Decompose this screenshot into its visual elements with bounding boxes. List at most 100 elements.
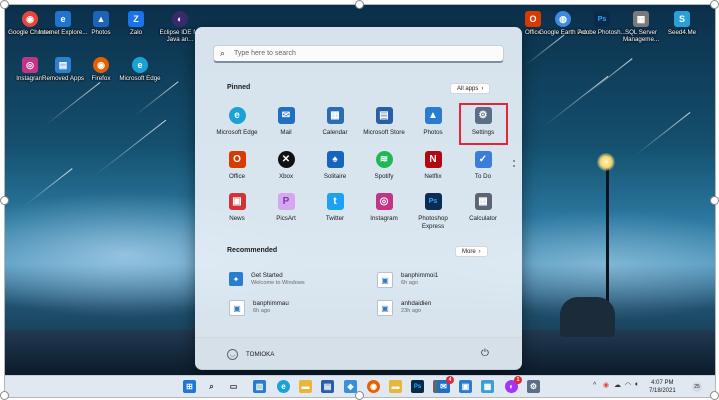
desktop-icon-seed4me[interactable]: S Seed4.Me — [657, 11, 707, 36]
pinned-app-to-do[interactable]: ✓ To Do — [458, 151, 508, 181]
volume-icon[interactable]: 🔈︎ — [635, 381, 639, 389]
taskbar-widgets-button[interactable]: ▥ — [253, 380, 266, 393]
settings-highlight-box — [459, 103, 508, 145]
taskbar-firefox-button[interactable]: ◉ — [367, 380, 380, 393]
pinned-app-office[interactable]: O Office — [212, 151, 262, 181]
pinned-app-netflix[interactable]: N Netflix — [408, 151, 458, 181]
eclipse-icon: ◐ — [172, 11, 188, 27]
start-menu: ⌕ Type here to search Pinned All apps › … — [195, 27, 522, 370]
taskbar-settings-button[interactable]: ⚙ — [527, 380, 540, 393]
resize-handle-bottom-left[interactable] — [0, 391, 9, 400]
pinned-app-picsart[interactable]: P PicsArt — [261, 193, 311, 223]
taskbar-app-button[interactable]: ◈ — [344, 380, 357, 393]
pinned-app-microsoft-edge[interactable]: e Microsoft Edge — [212, 107, 262, 137]
page-indicator-dots[interactable] — [513, 160, 515, 170]
pinned-app-twitter[interactable]: t Twitter — [310, 193, 360, 223]
recommended-item-anhdaidien[interactable]: ▣ anhdaidien 23h ago — [377, 300, 431, 316]
pinned-app-mail[interactable]: ✉ Mail — [261, 107, 311, 137]
pinned-app-microsoft-store[interactable]: ▤ Microsoft Store — [359, 107, 409, 137]
taskbar-store-bag-button[interactable]: ▣ — [459, 380, 472, 393]
user-account-button[interactable]: ◡ TOMIOKA — [227, 349, 274, 360]
pinned-app-instagram[interactable]: ◎ Instagram — [359, 193, 409, 223]
taskbar-folder-button[interactable]: ▬ — [389, 380, 402, 393]
messenger-icon: ◐ — [509, 382, 514, 391]
recommended-item-get-started[interactable]: ✦ Get Started Welcome to Windows — [229, 272, 305, 287]
pinned-app-calculator[interactable]: ▦ Calculator — [458, 193, 508, 223]
picsart-icon: P — [277, 193, 295, 210]
taskbar-file-explorer-button[interactable]: ▬ — [299, 380, 312, 393]
taskbar-messenger-button[interactable]: ◐ 1 — [505, 376, 522, 393]
pinned-app-photos[interactable]: ▲ Photos — [408, 107, 458, 137]
power-button[interactable]: ⏻ — [481, 348, 489, 359]
resize-handle-bottom-right[interactable] — [710, 391, 719, 400]
taskbar-mail-badge-button[interactable]: ✉ 4 — [437, 376, 454, 393]
gear-icon: ⚙ — [529, 382, 538, 391]
tray-app-icon[interactable]: ☁ — [614, 381, 621, 389]
internet-explorer-icon: e — [55, 11, 71, 27]
taskbar-search-button[interactable]: ⌕ — [205, 380, 218, 393]
user-name: TOMIOKA — [246, 351, 275, 358]
all-apps-button[interactable]: All apps › — [450, 83, 491, 94]
tray-overflow-button[interactable]: ^ — [593, 382, 596, 389]
instagram-icon: ◎ — [22, 57, 38, 73]
street-lamp-light — [597, 153, 615, 171]
firefox-icon: ◉ — [370, 382, 377, 391]
pinned-app-solitaire[interactable]: ♠ Solitaire — [310, 151, 360, 181]
clock-time: 4:07 PM — [651, 380, 674, 386]
tray-chrome-icon[interactable]: ◉ — [603, 381, 609, 389]
taskbar-start-button[interactable]: ⊞ — [183, 380, 196, 393]
user-avatar-icon: ◡ — [227, 349, 238, 360]
image-file-icon: ▣ — [377, 272, 393, 288]
netflix-icon: N — [424, 151, 442, 168]
photoshop-express-icon: Ps — [424, 193, 442, 210]
pinned-app-calendar[interactable]: ▦ Calendar — [310, 107, 360, 137]
notification-count: 25 — [694, 384, 700, 390]
notification-center-button[interactable]: 25 — [692, 382, 702, 392]
start-search-box[interactable]: ⌕ Type here to search — [213, 45, 504, 63]
resize-handle-top-right[interactable] — [710, 0, 719, 9]
edge-icon: e — [281, 382, 286, 391]
todo-icon: ✓ — [474, 151, 492, 168]
chevron-right-icon: › — [481, 85, 484, 92]
recommended-item-banphimmoi1[interactable]: ▣ banphimmoi1 6h ago — [377, 272, 438, 288]
resize-handle-top-center[interactable] — [355, 0, 364, 9]
power-icon: ⏻ — [481, 348, 489, 359]
google-earth-icon: ◍ — [555, 11, 571, 27]
more-label: More — [462, 248, 476, 255]
pinned-app-xbox[interactable]: ✕ Xbox — [261, 151, 311, 181]
resize-handle-top-left[interactable] — [0, 0, 9, 9]
taskbar-edge-button[interactable]: e — [277, 380, 290, 393]
resize-handle-bottom-center[interactable] — [355, 391, 364, 400]
task-view-icon: ▭ — [229, 382, 238, 391]
taskbar-task-view-button[interactable]: ▭ — [227, 380, 240, 393]
app-icon: ◈ — [347, 382, 354, 391]
firefox-icon: ◉ — [93, 57, 109, 73]
zalo-icon: Z — [128, 11, 144, 27]
taskbar-gallery-button[interactable]: ▦ — [481, 380, 494, 393]
taskbar-clock[interactable]: 4:07 PM 7/18/2021 — [649, 379, 676, 395]
pinned-app-spotify[interactable]: ≋ Spotify — [359, 151, 409, 181]
taskbar-store-button[interactable]: ▤ — [321, 380, 334, 393]
pinned-title: Pinned — [227, 84, 251, 91]
more-button[interactable]: More › — [455, 246, 488, 257]
mail-icon: ✉ — [277, 107, 295, 124]
widgets-icon: ▥ — [255, 382, 264, 391]
resize-handle-middle-left[interactable] — [0, 196, 9, 205]
file-explorer-icon: ▬ — [301, 382, 310, 391]
mail-badge: 4 — [446, 376, 454, 384]
get-started-icon: ✦ — [229, 272, 243, 286]
desktop-icon-microsoft-edge[interactable]: e Microsoft Edge — [115, 57, 165, 82]
pinned-app-photoshop-express[interactable]: Ps Photoshop Express — [408, 193, 458, 230]
windows-start-icon: ⊞ — [186, 382, 193, 391]
all-apps-label: All apps — [457, 85, 479, 92]
start-menu-footer: ◡ TOMIOKA ⏻ — [195, 337, 522, 370]
resize-handle-middle-right[interactable] — [710, 196, 719, 205]
taskbar-photoshop-button[interactable]: Ps — [411, 380, 424, 393]
recommended-item-banphimmau[interactable]: ▣ banphimmau 6h ago — [229, 300, 289, 316]
wifi-icon[interactable]: ◠ — [625, 381, 631, 389]
pinned-app-news[interactable]: ▣ News — [212, 193, 262, 223]
desktop-icon-zalo[interactable]: Z Zalo — [111, 11, 161, 36]
removed-apps-icon: ▤ — [55, 57, 71, 73]
twitter-icon: t — [326, 193, 344, 210]
office-icon: O — [228, 151, 246, 168]
